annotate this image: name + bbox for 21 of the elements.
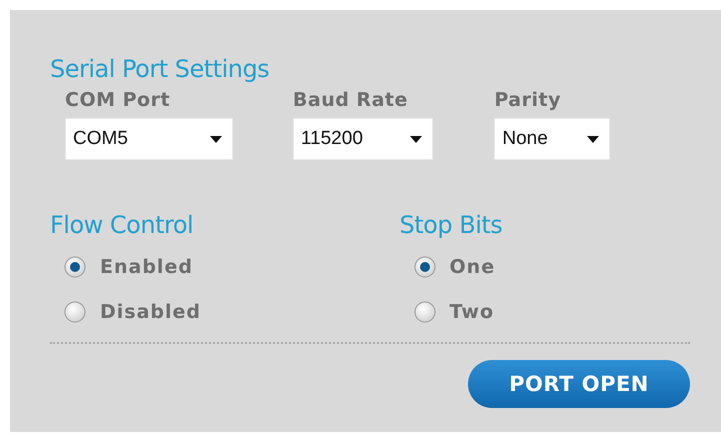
group-title: Flow Control [50,210,194,240]
port-open-button[interactable]: PORT OPEN [468,360,690,408]
caret-icon [210,136,222,142]
radio-label: Disabled [100,300,202,322]
field-label: Baud Rate [292,88,409,113]
dropdown[interactable]: COM5 [65,118,233,160]
radio-button[interactable] [64,256,86,278]
dropdown[interactable]: None [494,118,610,160]
section-title: Serial Port Settings [50,54,270,84]
field-label: COM Port [65,88,172,113]
radio-button[interactable] [64,300,86,322]
dropdown[interactable]: 115200 [292,118,433,160]
radio-label: Two [450,300,494,322]
radio-label: One [450,256,496,278]
caret-icon [410,136,422,142]
radio-label: Enabled [100,256,193,278]
radio-button[interactable] [414,300,436,322]
caret-icon [587,136,600,142]
group-title: Stop Bits [400,210,504,240]
field-label: Parity [494,88,562,113]
radio-button[interactable] [414,256,436,278]
